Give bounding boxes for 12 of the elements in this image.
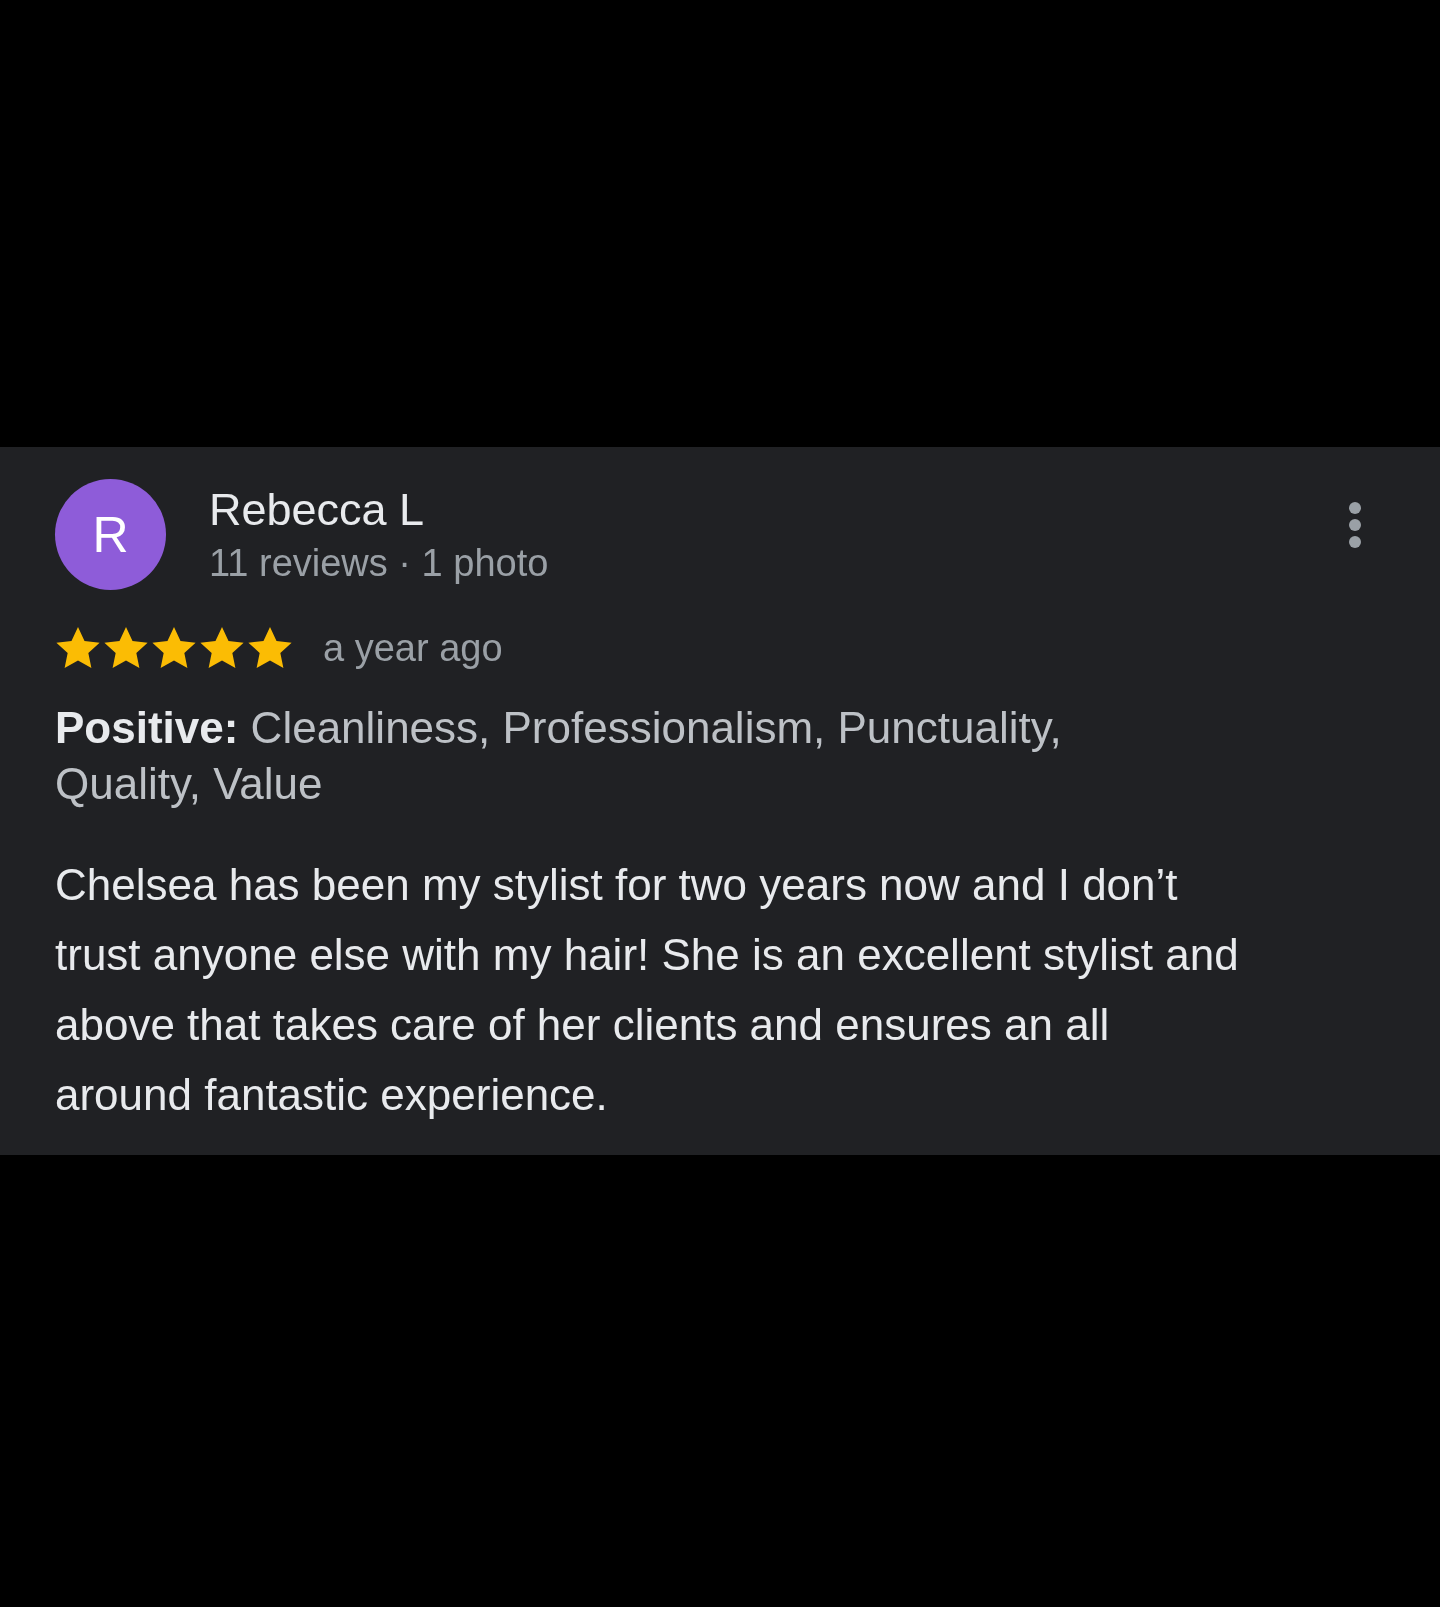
more-options-icon[interactable] [1348, 501, 1362, 549]
star-icon [151, 626, 197, 670]
star-icon [199, 626, 245, 670]
star-icon [55, 626, 101, 670]
review-highlights: Positive: Cleanliness, Professionalism, Punctuality, Quality, Value [55, 702, 1063, 810]
review-text: Chelsea has been my stylist for two years now and I don’t trust anyone else with my hair! She is an excellent stylist and above that takes care of her clients and ensures an all around fantastic experience. [55, 859, 1240, 1121]
star-icon [247, 626, 293, 670]
author-name[interactable]: Rebecca L [209, 484, 549, 536]
star-icon [103, 626, 149, 670]
author-meta: 11 reviews · 1 photo [209, 542, 549, 585]
review-time: a year ago [323, 626, 503, 670]
avatar[interactable]: R [55, 479, 166, 590]
